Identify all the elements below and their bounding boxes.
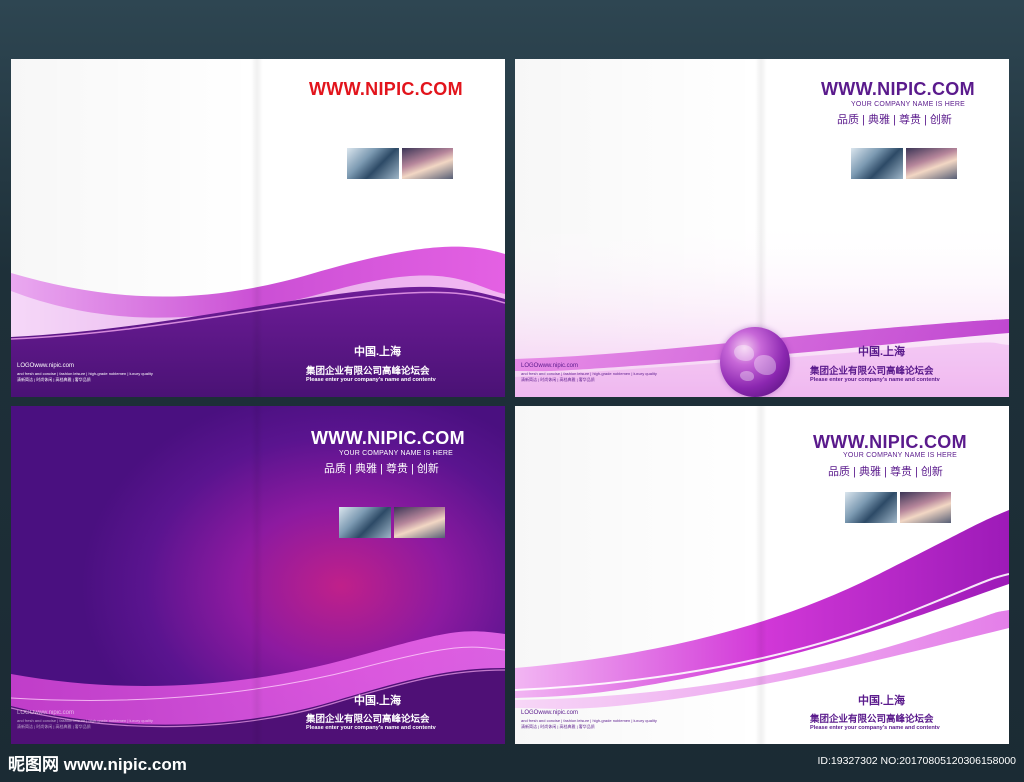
photo-strip bbox=[347, 148, 453, 179]
brand-values: 品质 | 典雅 | 尊贵 | 创新 bbox=[828, 466, 943, 478]
logo-text: LOGOwww.nipic.com bbox=[521, 363, 579, 369]
building-photo bbox=[845, 492, 897, 523]
company-name: 集团企业有限公司高峰论坛会 bbox=[810, 714, 934, 725]
fine-print-en: and fresh and concise | fashion leisure … bbox=[521, 718, 657, 723]
city-title: 中国.上海 bbox=[354, 695, 402, 707]
fine-print-cn: 清新简洁 | 时尚休闲 | 高档典雅 | 奢华品质 bbox=[17, 377, 91, 382]
company-tagline: YOUR COMPANY NAME IS HERE bbox=[851, 101, 966, 108]
site-watermark: 昵图网 www.nipic.com bbox=[8, 755, 187, 774]
company-tagline: YOUR COMPANY NAME IS HERE bbox=[843, 452, 958, 459]
brand-values: 品质 | 典雅 | 尊贵 | 创新 bbox=[837, 114, 952, 126]
brochure-cover-1: WWW.NIPIC.COM 中国.上海 集团企业有限公司高峰论坛会 Please… bbox=[11, 59, 505, 397]
fine-print-en: and fresh and concise | fashion leisure … bbox=[17, 718, 153, 723]
bridge-photo bbox=[393, 507, 445, 538]
logo-text: LOGOwww.nipic.com bbox=[17, 363, 75, 369]
brand-values: 品质 | 典雅 | 尊贵 | 创新 bbox=[324, 463, 439, 475]
bridge-photo bbox=[401, 148, 453, 179]
bridge-photo bbox=[905, 148, 957, 179]
photo-strip bbox=[339, 507, 445, 538]
brochure-cover-3: WWW.NIPIC.COM YOUR COMPANY NAME IS HERE … bbox=[11, 406, 505, 744]
website-url: WWW.NIPIC.COM bbox=[821, 79, 975, 99]
website-url: WWW.NIPIC.COM bbox=[813, 432, 967, 452]
city-title: 中国.上海 bbox=[858, 695, 906, 707]
brochure-cover-4: WWW.NIPIC.COM YOUR COMPANY NAME IS HERE … bbox=[515, 406, 1009, 744]
photo-strip bbox=[851, 148, 957, 179]
fine-print-cn: 清新简洁 | 时尚休闲 | 高档典雅 | 奢华品质 bbox=[17, 724, 91, 729]
company-subtitle: Please enter your company's name and con… bbox=[810, 725, 940, 731]
fine-print-cn: 清新简洁 | 时尚休闲 | 高档典雅 | 奢华品质 bbox=[521, 724, 595, 729]
website-url: WWW.NIPIC.COM bbox=[311, 428, 465, 448]
building-photo bbox=[339, 507, 391, 538]
company-name: 集团企业有限公司高峰论坛会 bbox=[306, 714, 430, 725]
city-title: 中国.上海 bbox=[354, 346, 402, 358]
company-subtitle: Please enter your company's name and con… bbox=[306, 725, 436, 731]
fine-print-cn: 清新简洁 | 时尚休闲 | 高档典雅 | 奢华品质 bbox=[521, 377, 595, 382]
photo-strip bbox=[845, 492, 951, 523]
company-subtitle: Please enter your company's name and con… bbox=[306, 377, 436, 383]
company-name: 集团企业有限公司高峰论坛会 bbox=[810, 366, 934, 377]
fine-print-en: and fresh and concise | fashion leisure … bbox=[17, 371, 153, 376]
building-photo bbox=[851, 148, 903, 179]
logo-text: LOGOwww.nipic.com bbox=[521, 710, 579, 716]
center-fold bbox=[755, 406, 767, 744]
globe-icon bbox=[720, 327, 790, 397]
building-photo bbox=[347, 148, 399, 179]
brochure-cover-2: WWW.NIPIC.COM YOUR COMPANY NAME IS HERE … bbox=[515, 59, 1009, 397]
fine-print-en: and fresh and concise | fashion leisure … bbox=[521, 371, 657, 376]
center-fold bbox=[251, 406, 263, 744]
company-subtitle: Please enter your company's name and con… bbox=[810, 377, 940, 383]
logo-text: LOGOwww.nipic.com bbox=[17, 710, 75, 716]
center-fold bbox=[251, 59, 263, 397]
website-url: WWW.NIPIC.COM bbox=[309, 79, 463, 99]
company-tagline: YOUR COMPANY NAME IS HERE bbox=[339, 450, 454, 457]
image-id: ID:19327302 NO:20170805120306158000 bbox=[817, 755, 1016, 767]
city-title: 中国.上海 bbox=[858, 346, 906, 358]
company-name: 集团企业有限公司高峰论坛会 bbox=[306, 366, 430, 377]
bridge-photo bbox=[899, 492, 951, 523]
